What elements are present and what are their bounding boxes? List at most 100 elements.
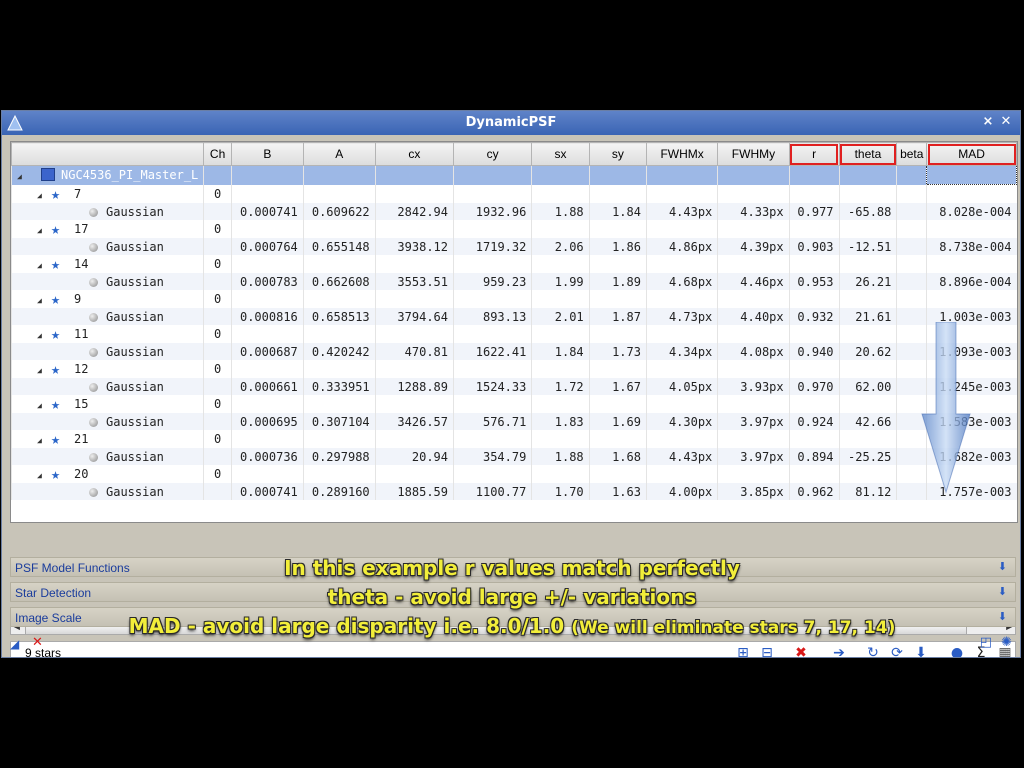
cell-fwhmy: 4.46px <box>717 273 790 290</box>
table-row-psf[interactable]: Gaussian 0.000695 0.307104 3426.57 576.71 1.8… <box>11 413 1017 430</box>
star-id: 20 <box>74 467 89 481</box>
cell-theta: 21.61 <box>838 308 897 325</box>
caption-line-3: MAD - avoid large disparity i.e. 8.0/1.0… <box>0 614 1024 638</box>
cell-fwhmx: 4.43px <box>645 448 718 465</box>
recompute-icon[interactable]: ↻ <box>865 645 881 657</box>
cell-mad: 8.738e-004 <box>926 238 1017 255</box>
cell-a: 0.655148 <box>302 238 376 255</box>
column-header-beta[interactable]: beta <box>896 142 928 166</box>
cell-r: 0.953 <box>788 273 840 290</box>
psf-model-name: Gaussian <box>106 344 164 359</box>
cell-fwhmx: 4.34px <box>645 343 718 360</box>
collapse-toggle-icon[interactable]: ◢ <box>37 296 47 305</box>
cell-sy: 1.68 <box>588 448 647 465</box>
column-header-cy[interactable]: cy <box>452 142 533 166</box>
collapse-toggle-icon[interactable]: ◢ <box>37 226 47 235</box>
column-header-tree[interactable] <box>11 142 205 166</box>
table-row-star[interactable]: ◢ ★ 7 0 <box>11 184 1017 203</box>
cell-fwhmx: 4.30px <box>645 413 718 430</box>
cell-b: 0.000741 <box>230 483 304 500</box>
psf-model-name: Gaussian <box>106 414 164 429</box>
status-row: 9 stars ⊞ ⊟ ✖ ➔ ↻ ⟳ ⬇ ● Σ ▦ <box>10 641 1016 657</box>
table-row-psf[interactable]: Gaussian 0.000661 0.333951 1288.89 1524.33 1.… <box>11 378 1017 395</box>
star-icon: ★ <box>51 255 61 273</box>
cell-cx: 3426.57 <box>374 413 454 430</box>
collapse-toggle-icon[interactable]: ◢ <box>37 366 47 375</box>
minimize-icon[interactable]: ⨯ <box>980 114 996 130</box>
column-header-mad[interactable]: MAD <box>926 142 1017 166</box>
column-header-cx[interactable]: cx <box>374 142 455 166</box>
table-row-star[interactable]: ◢ ★ 20 0 <box>11 465 1017 483</box>
move-right-icon[interactable]: ➔ <box>831 645 847 657</box>
cell-cy: 1524.33 <box>452 378 532 395</box>
close-icon[interactable]: ✕ <box>998 114 1014 130</box>
psf-model-name: Gaussian <box>106 274 164 289</box>
channel-cell: 0 <box>203 290 232 308</box>
cell-cx: 3938.12 <box>374 238 454 255</box>
title-bar[interactable]: DynamicPSF ⨯ ✕ <box>2 111 1020 135</box>
column-header-sx[interactable]: sx <box>531 142 590 166</box>
cell-theta: 20.62 <box>838 343 897 360</box>
column-header-a[interactable]: A <box>302 142 376 166</box>
cell-b: 0.000764 <box>230 238 304 255</box>
cell-a: 0.307104 <box>302 413 376 430</box>
table-row-star[interactable]: ◢ ★ 15 0 <box>11 395 1017 413</box>
refresh-icon[interactable]: ⟳ <box>889 645 905 657</box>
cell-b: 0.000687 <box>230 343 304 360</box>
collapse-toggle-icon[interactable]: ◢ <box>37 471 47 480</box>
column-header-ch[interactable]: Ch <box>203 142 232 166</box>
cell-fwhmy: 4.08px <box>717 343 790 360</box>
psf-model-name: Gaussian <box>106 204 164 219</box>
table-row-root[interactable]: ◢ NGC4536_PI_Master_L <box>11 165 1017 185</box>
collapse-toggle-icon[interactable]: ◢ <box>37 261 47 270</box>
table-row-psf[interactable]: Gaussian 0.000783 0.662608 3553.51 959.23 1.9… <box>11 273 1017 290</box>
collapse-toggle-icon[interactable]: ◢ <box>17 172 27 181</box>
table-row-psf[interactable]: Gaussian 0.000816 0.658513 3794.64 893.13 2.0… <box>11 308 1017 325</box>
table-row-psf[interactable]: Gaussian 0.000687 0.420242 470.81 1622.41 1.8… <box>11 343 1017 360</box>
cell-fwhmx: 4.05px <box>645 378 718 395</box>
cell-b: 0.000695 <box>230 413 304 430</box>
psf-model-icon <box>89 347 98 357</box>
table-row-psf[interactable]: Gaussian 0.000736 0.297988 20.94 354.79 1.88 1… <box>11 448 1017 465</box>
move-down-icon[interactable]: ⬇ <box>913 645 929 657</box>
window-title: DynamicPSF <box>465 115 557 130</box>
expand-all-icon[interactable]: ⊞ <box>735 645 751 657</box>
star-icon: ★ <box>51 360 61 378</box>
column-header-b[interactable]: B <box>230 142 304 166</box>
table-row-star[interactable]: ◢ ★ 12 0 <box>11 360 1017 378</box>
column-header-theta[interactable]: theta <box>838 142 898 166</box>
caption-line-3-note: (We will eliminate stars 7, 17, 14) <box>571 618 896 638</box>
collapse-toggle-icon[interactable]: ◢ <box>37 191 47 200</box>
channel-cell: 0 <box>203 220 232 238</box>
collapse-toggle-icon[interactable]: ◢ <box>37 401 47 410</box>
delete-icon[interactable]: ✖ <box>793 645 809 657</box>
channel-cell: 0 <box>203 325 232 343</box>
column-header-sy[interactable]: sy <box>588 142 647 166</box>
column-header-fwhmy[interactable]: FWHMy <box>717 142 790 166</box>
column-header-r[interactable]: r <box>788 142 840 166</box>
collapse-all-icon[interactable]: ⊟ <box>759 645 775 657</box>
table-row-star[interactable]: ◢ ★ 14 0 <box>11 255 1017 273</box>
star-table[interactable]: Ch B Acx cy sx sy FWHMx FWHMy r theta beta MAD ◢ NGC… <box>10 141 1018 523</box>
column-header-fwhmx[interactable]: FWHMx <box>645 142 719 166</box>
table-row-star[interactable]: ◢ ★ 17 0 <box>11 220 1017 238</box>
table-row-psf[interactable]: Gaussian 0.000741 0.289160 1885.59 1100.77 1.… <box>11 483 1017 500</box>
cell-r: 0.903 <box>788 238 840 255</box>
star-icon: ★ <box>51 395 61 413</box>
table-row-psf[interactable]: Gaussian 0.000764 0.655148 3938.12 1719.32 2.… <box>11 238 1017 255</box>
cell-b: 0.000816 <box>230 308 304 325</box>
cell-fwhmx: 4.43px <box>645 203 718 220</box>
cell-a: 0.609622 <box>302 203 376 220</box>
star-icon: ★ <box>51 465 61 483</box>
cell-r: 0.962 <box>788 483 840 500</box>
collapse-toggle-icon[interactable]: ◢ <box>37 331 47 340</box>
table-row-star[interactable]: ◢ ★ 11 0 <box>11 325 1017 343</box>
cell-b: 0.000783 <box>230 273 304 290</box>
cell-cx: 470.81 <box>374 343 454 360</box>
collapse-toggle-icon[interactable]: ◢ <box>37 436 47 445</box>
new-instance-icon[interactable]: ◢ <box>10 637 19 651</box>
star-ball-icon[interactable]: ● <box>949 645 965 657</box>
table-row-star[interactable]: ◢ ★ 9 0 <box>11 290 1017 308</box>
table-row-star[interactable]: ◢ ★ 21 0 <box>11 430 1017 448</box>
table-row-psf[interactable]: Gaussian 0.000741 0.609622 2842.94 1932.96 1.… <box>11 203 1017 220</box>
